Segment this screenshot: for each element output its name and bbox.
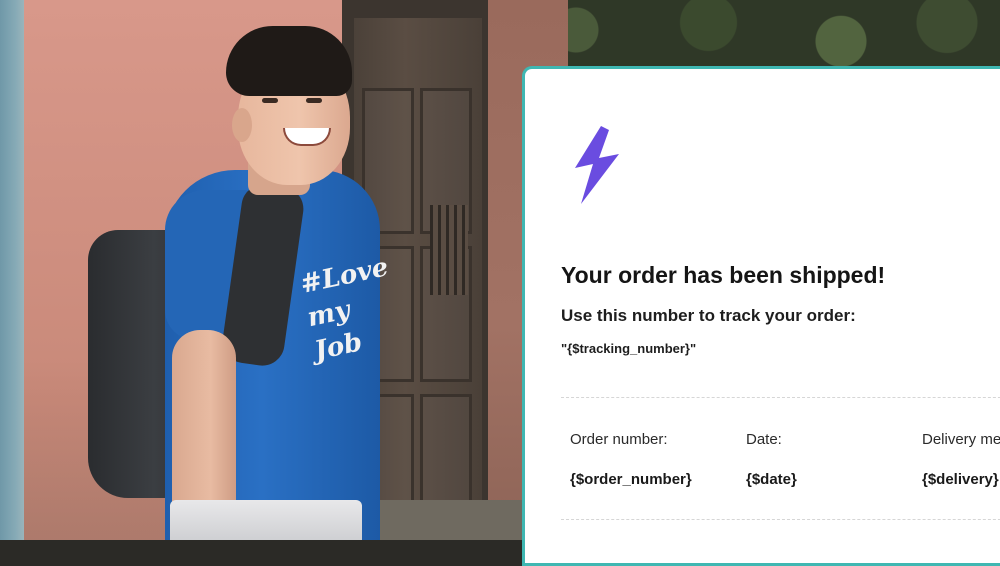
order-number-value: {$order_number} — [570, 471, 692, 488]
divider-bottom — [561, 519, 1000, 520]
divider-top — [561, 397, 1000, 398]
hair — [226, 26, 352, 96]
laptop — [170, 500, 362, 540]
tracking-number: "{$tracking_number}" — [561, 341, 697, 356]
door-grill — [430, 205, 468, 295]
delivery-method-label: Delivery me — [922, 431, 1000, 448]
email-headline: Your order has been shipped! — [561, 262, 886, 288]
delivery-method-value: {$delivery} — [922, 471, 999, 488]
email-card: Your order has been shipped! Use this nu… — [522, 66, 1000, 566]
lightning-bolt-icon — [575, 126, 619, 204]
order-number-label: Order number: — [570, 431, 668, 448]
date-value: {$date} — [746, 471, 797, 488]
email-subheadline: Use this number to track your order: — [561, 306, 856, 325]
date-label: Date: — [746, 431, 782, 448]
